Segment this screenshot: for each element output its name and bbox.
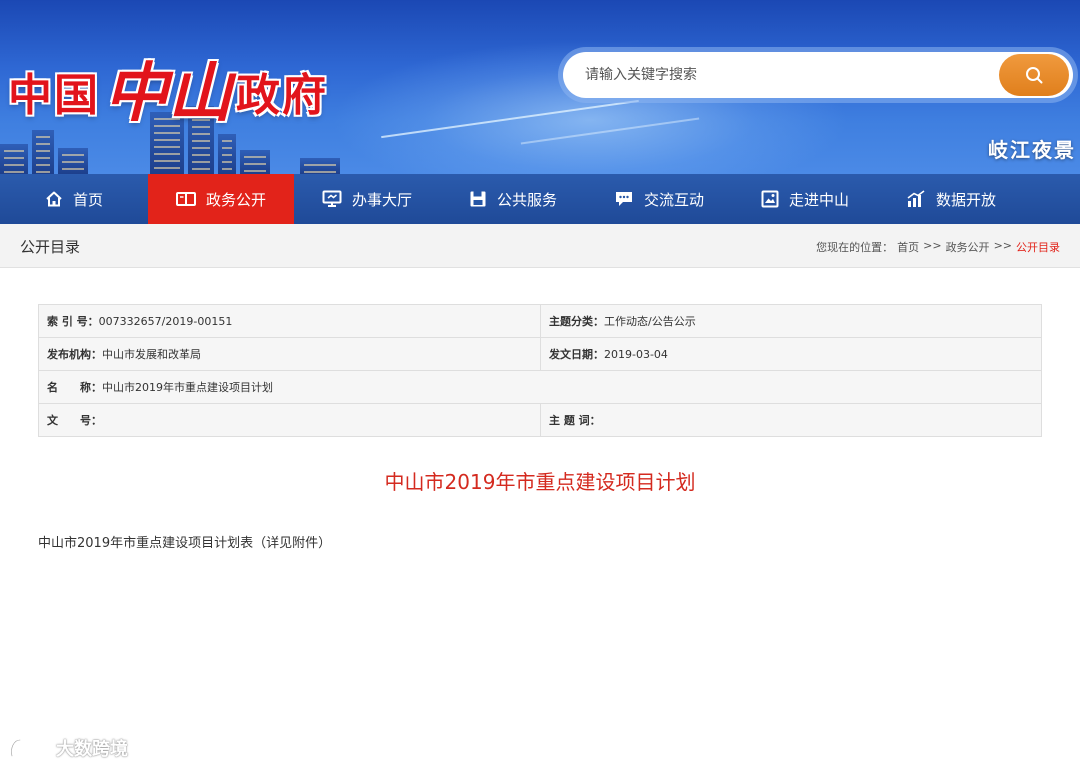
topic-label: 主题分类： <box>549 315 604 328</box>
picture-icon <box>761 190 779 208</box>
table-row: 文 号： 主 题 词： <box>38 403 1042 437</box>
info-cell: 主 题 词： <box>540 403 1042 437</box>
nav-item-about-city[interactable]: 走进中山 <box>732 174 878 224</box>
save-icon <box>470 191 486 207</box>
nav-item-gov-affairs[interactable]: 政务公开 <box>148 174 294 224</box>
watermark-text: 大数跨境 <box>56 739 128 760</box>
banner-caption: 岐江夜景 <box>988 138 1076 162</box>
info-cell: 名 称：中山市2019年市重点建设项目计划 <box>38 370 1042 404</box>
info-cell: 发文日期：2019-03-04 <box>540 337 1042 371</box>
nav-item-label: 政务公开 <box>205 190 266 209</box>
breadcrumb-link-gov-affairs[interactable]: 政务公开 <box>946 239 990 255</box>
document-body: 中山市2019年市重点建设项目计划表（详见附件） <box>38 536 332 551</box>
nav-item-label: 交流互动 <box>643 190 704 209</box>
chat-icon <box>615 192 632 206</box>
nav-item-label: 公共服务 <box>496 190 557 209</box>
breadcrumb-prefix: 您现在的位置： <box>816 241 894 254</box>
topic-value: 工作动态/公告公示 <box>604 315 696 328</box>
date-value: 2019-03-04 <box>604 348 668 361</box>
nav-item-public-service[interactable]: 公共服务 <box>440 174 586 224</box>
name-label: 名 称： <box>47 381 102 394</box>
section-title: 公开目录 <box>20 238 81 256</box>
search-bar <box>558 47 1078 103</box>
nav-item-interaction[interactable]: 交流互动 <box>586 174 732 224</box>
info-cell: 索 引 号：007332657/2019-00151 <box>38 304 541 338</box>
nav-item-label: 数据开放 <box>935 190 996 209</box>
nav-item-label: 办事大厅 <box>351 190 412 209</box>
site-logo[interactable]: 中国 中山 政府 <box>8 48 328 126</box>
watermark: 大数跨境 <box>8 735 128 761</box>
nav-item-label: 走进中山 <box>788 190 849 209</box>
breadcrumb-bar: 公开目录 您现在的位置： 首页 >> 政务公开 >> 公开目录 <box>0 224 1080 268</box>
search-input[interactable] <box>585 52 995 98</box>
docno-label: 文 号： <box>47 414 102 427</box>
breadcrumb: 您现在的位置： 首页 >> 政务公开 >> 公开目录 <box>816 239 1060 255</box>
org-value: 中山市发展和改革局 <box>102 348 201 361</box>
main-nav: 首页 政务公开 办事大厅 公共服务 交流互动 走进中山 数据开放 <box>0 174 1080 224</box>
name-value: 中山市2019年市重点建设项目计划 <box>102 381 273 394</box>
info-cell: 发布机构：中山市发展和改革局 <box>38 337 541 371</box>
home-icon <box>46 191 62 207</box>
date-label: 发文日期： <box>549 348 604 361</box>
search-icon <box>1026 67 1043 84</box>
document-info-table: 索 引 号：007332657/2019-00151 主题分类：工作动态/公告公… <box>38 304 1042 437</box>
nav-item-service-hall[interactable]: 办事大厅 <box>294 174 440 224</box>
breadcrumb-separator: >> <box>993 239 1012 252</box>
nav-item-label: 首页 <box>72 190 103 209</box>
table-row: 发布机构：中山市发展和改革局 发文日期：2019-03-04 <box>38 337 1042 371</box>
org-label: 发布机构： <box>47 348 102 361</box>
keyword-label: 主 题 词： <box>549 414 601 427</box>
header-banner: 中国 中山 政府 岐江夜景 <box>0 0 1080 174</box>
watermark-logo-icon <box>10 738 52 758</box>
logo-prefix: 中国 <box>8 70 100 121</box>
table-row: 索 引 号：007332657/2019-00151 主题分类：工作动态/公告公… <box>38 304 1042 338</box>
document-title: 中山市2019年市重点建设项目计划 <box>384 470 696 494</box>
table-row: 名 称：中山市2019年市重点建设项目计划 <box>38 370 1042 404</box>
search-box <box>563 52 1073 98</box>
index-value: 007332657/2019-00151 <box>98 315 233 328</box>
info-cell: 主题分类：工作动态/公告公示 <box>540 304 1042 338</box>
nav-item-open-data[interactable]: 数据开放 <box>878 174 1024 224</box>
chart-icon <box>907 190 925 207</box>
breadcrumb-current: 公开目录 <box>1016 241 1060 254</box>
logo-suffix: 政府 <box>236 70 328 121</box>
breadcrumb-separator: >> <box>923 239 942 252</box>
info-cell: 文 号： <box>38 403 541 437</box>
breadcrumb-link-home[interactable]: 首页 <box>897 239 919 255</box>
nav-item-home[interactable]: 首页 <box>0 174 148 224</box>
book-icon <box>175 192 196 206</box>
monitor-icon <box>322 190 342 207</box>
search-button[interactable] <box>999 54 1069 96</box>
index-label: 索 引 号： <box>47 315 99 328</box>
logo-main: 中山 <box>104 56 232 131</box>
